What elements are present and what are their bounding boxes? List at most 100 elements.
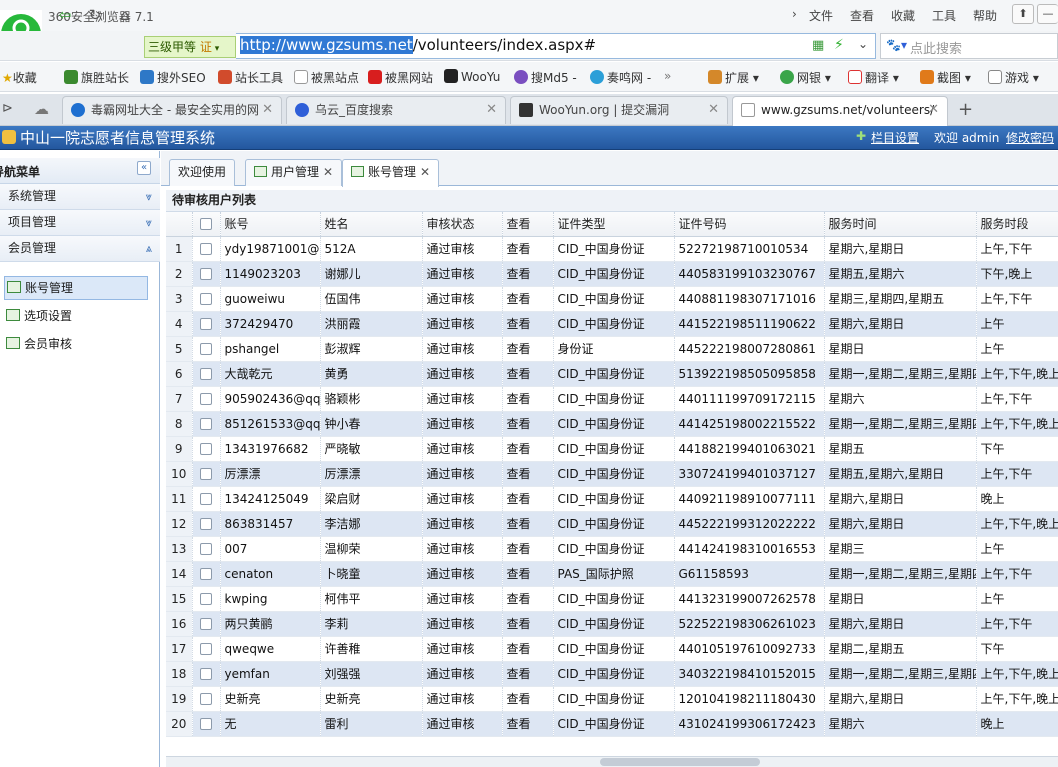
qr-icon[interactable]: ▦ xyxy=(812,38,824,53)
table-row[interactable]: 18 yemfan 刘强强 通过审核 查看 CID_中国身份证 34032219841015… xyxy=(166,661,1058,687)
ext-screenshot[interactable]: 截图 ▾ xyxy=(920,69,971,86)
bookmark-3[interactable]: 站长工具 xyxy=(218,69,283,86)
row-checkbox[interactable] xyxy=(192,286,221,312)
new-tab-icon[interactable]: + xyxy=(958,99,973,120)
col-header-service-period[interactable]: 服务时段 xyxy=(976,212,1058,237)
browser-tab-0[interactable]: 毒霸网址大全 - 最安全实用的网 ✕ xyxy=(62,96,282,124)
tab-welcome[interactable]: 欢迎使用 xyxy=(169,159,236,186)
table-row[interactable]: 19 史新亮 史新亮 通过审核 查看 CID_中国身份证 12010419821118043… xyxy=(166,686,1058,712)
close-tab-icon[interactable]: ✕ xyxy=(420,165,430,179)
bookmark-favorites[interactable]: ★收藏 xyxy=(2,69,37,86)
table-row[interactable]: 12 863831457 李洁娜 通过审核 查看 CID_中国身份证 44522219931… xyxy=(166,511,1058,537)
url-text[interactable]: http://www.gzsums.net/volunteers/index.a… xyxy=(240,36,596,54)
speed-icon[interactable]: ⚡ xyxy=(834,37,844,53)
table-row[interactable]: 11 13424125049 梁启财 通过审核 查看 CID_中国身份证 440921198… xyxy=(166,486,1058,512)
table-row[interactable]: 2 1149023203 谢娜儿 通过审核 查看 CID_中国身份证 44058319910… xyxy=(166,261,1058,287)
cell-view[interactable]: 查看 xyxy=(502,236,554,262)
change-password-link[interactable]: 修改密码 xyxy=(1006,129,1054,146)
sidebar-item-account[interactable]: 账号管理 xyxy=(4,276,148,300)
cell-view[interactable]: 查看 xyxy=(502,636,554,662)
cell-view[interactable]: 查看 xyxy=(502,461,554,487)
sidebar-cat-system[interactable]: 系统管理 ⩔ xyxy=(0,184,160,210)
close-tab-icon[interactable]: ✕ xyxy=(323,165,333,179)
cell-view[interactable]: 查看 xyxy=(502,486,554,512)
row-checkbox[interactable] xyxy=(192,486,221,512)
ext-games[interactable]: 游戏 ▾ xyxy=(988,69,1039,86)
cell-view[interactable]: 查看 xyxy=(502,311,554,337)
browser-tab-2[interactable]: WooYun.org | 提交漏洞 ✕ xyxy=(510,96,728,124)
col-header-service-time[interactable]: 服务时间 xyxy=(824,212,977,237)
table-row[interactable]: 8 851261533@qq.c钟小春通过审核查看CID_中国身份证4414251… xyxy=(166,411,1058,437)
browser-tab-1[interactable]: 乌云_百度搜索 ✕ xyxy=(286,96,506,124)
col-header-account[interactable]: 账号 xyxy=(220,212,321,237)
col-header-status[interactable]: 审核状态 xyxy=(422,212,503,237)
table-row[interactable]: 10 厉漂漂 厉漂漂 通过审核 查看 CID_中国身份证 33072419940103712… xyxy=(166,461,1058,487)
cell-view[interactable]: 查看 xyxy=(502,561,554,587)
cell-view[interactable]: 查看 xyxy=(502,711,554,737)
menu-file[interactable]: 文件 xyxy=(809,7,833,24)
refresh-icon[interactable]: ↻ xyxy=(82,4,108,28)
menu-view[interactable]: 查看 xyxy=(850,7,874,24)
cell-view[interactable]: 查看 xyxy=(502,436,554,462)
back-icon[interactable]: ⇦ xyxy=(52,4,78,28)
table-row[interactable]: 13 007 温柳荣 通过审核 查看 CID_中国身份证 44142419831001655… xyxy=(166,536,1058,562)
sidebar-cat-project[interactable]: 项目管理 ⩔ xyxy=(0,210,160,236)
cell-view[interactable]: 查看 xyxy=(502,511,554,537)
table-row[interactable]: 14 cenaton 卜晓童 通过审核 查看 PAS_国际护照 G61158593 星期一,星… xyxy=(166,561,1058,587)
menu-favorites[interactable]: 收藏 xyxy=(891,7,915,24)
col-header-id-number[interactable]: 证件号码 xyxy=(674,212,825,237)
row-checkbox[interactable] xyxy=(192,336,221,362)
row-checkbox[interactable] xyxy=(192,236,221,262)
scrollbar-thumb[interactable] xyxy=(600,758,760,766)
cell-view[interactable]: 查看 xyxy=(502,661,554,687)
cell-view[interactable]: 查看 xyxy=(502,286,554,312)
security-badge[interactable]: 三级甲等 证 ▾ xyxy=(144,36,236,58)
cell-view[interactable]: 查看 xyxy=(502,361,554,387)
table-row[interactable]: 17 qweqwe 许善稚 通过审核 查看 CID_中国身份证 44010519761009… xyxy=(166,636,1058,662)
sidebar-item-options[interactable]: 选项设置 xyxy=(4,305,148,329)
close-tab-icon[interactable]: ✕ xyxy=(928,97,939,123)
bookmark-5[interactable]: 被黑网站 xyxy=(368,69,433,86)
row-checkbox[interactable] xyxy=(192,711,221,737)
baidu-icon[interactable]: 🐾▾ xyxy=(886,38,907,52)
close-tab-icon[interactable]: ✕ xyxy=(708,97,719,123)
row-checkbox[interactable] xyxy=(192,511,221,537)
pin-icon[interactable]: ⬆ xyxy=(1012,4,1034,24)
close-tab-icon[interactable]: ✕ xyxy=(486,97,497,123)
row-checkbox[interactable] xyxy=(192,436,221,462)
bookmark-1[interactable]: 旗胜站长 xyxy=(64,69,129,86)
table-row[interactable]: 1 ydy19871001@12512A通过审核查看CID_中国身份证522721… xyxy=(166,236,1058,262)
more-bookmarks-icon[interactable]: » xyxy=(664,69,671,83)
table-row[interactable]: 16 两只黄鹂 李莉 通过审核 查看 CID_中国身份证 52252219830626102… xyxy=(166,611,1058,637)
row-checkbox[interactable] xyxy=(192,386,221,412)
ext-extensions[interactable]: 扩展 ▾ xyxy=(708,69,759,86)
col-header-id-type[interactable]: 证件类型 xyxy=(553,212,675,237)
collapse-sidebar-icon[interactable]: « xyxy=(137,161,151,175)
bookmark-8[interactable]: 奏鸣网 - xyxy=(590,69,651,86)
bookmark-7[interactable]: 搜Md5 - xyxy=(514,69,577,86)
row-checkbox[interactable] xyxy=(192,261,221,287)
home-icon[interactable]: ⌂ xyxy=(112,4,138,28)
table-row[interactable]: 9 13431976682 严晓敏 通过审核 查看 CID_中国身份证 4418821994… xyxy=(166,436,1058,462)
cell-view[interactable]: 查看 xyxy=(502,261,554,287)
bookmark-4[interactable]: 被黑站点 xyxy=(294,69,359,86)
col-header-view[interactable]: 查看 xyxy=(502,212,554,237)
table-row[interactable]: 20 无雷利 通过审核 查看 CID_中国身份证 431024199306172423 星期… xyxy=(166,711,1058,737)
cell-view[interactable]: 查看 xyxy=(502,336,554,362)
select-all-checkbox[interactable] xyxy=(192,212,221,237)
row-checkbox[interactable] xyxy=(192,611,221,637)
table-row[interactable]: 5 pshangel 彭淑辉 通过审核 查看 身份证 445222198007280861 星… xyxy=(166,336,1058,362)
table-row[interactable]: 15 kwping 柯伟平 通过审核 查看 CID_中国身份证 44132319900726… xyxy=(166,586,1058,612)
ext-translate[interactable]: 翻译 ▾ xyxy=(848,69,899,86)
table-row[interactable]: 3 guoweiwu 伍国伟 通过审核 查看 CID_中国身份证 4408811983071… xyxy=(166,286,1058,312)
search-input[interactable]: 点此搜索 xyxy=(910,38,962,57)
table-row[interactable]: 7 905902436@qq.c骆颖彬通过审核查看CID_中国身份证4401111… xyxy=(166,386,1058,412)
bookmark-6[interactable]: WooYu xyxy=(444,69,500,84)
tab-user-management[interactable]: 用户管理 ✕ xyxy=(245,159,343,186)
row-checkbox[interactable] xyxy=(192,686,221,712)
menu-tools[interactable]: 工具 xyxy=(932,7,956,24)
cell-view[interactable]: 查看 xyxy=(502,586,554,612)
cell-view[interactable]: 查看 xyxy=(502,386,554,412)
row-checkbox[interactable] xyxy=(192,411,221,437)
sidebar-item-review[interactable]: 会员审核 xyxy=(4,333,148,357)
